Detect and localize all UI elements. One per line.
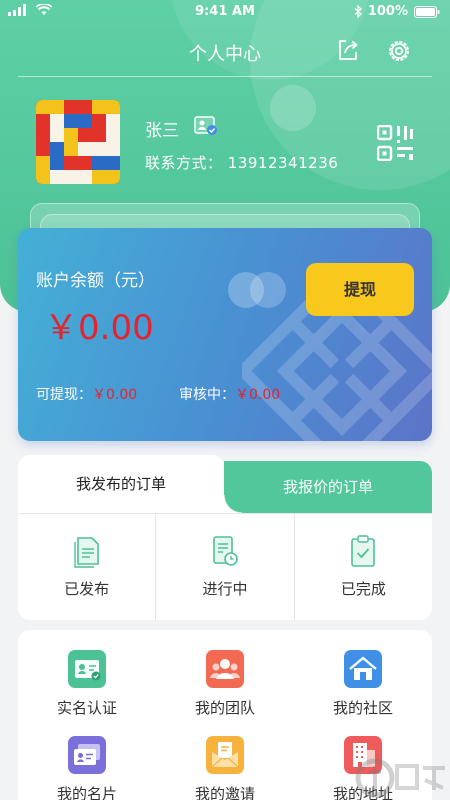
team-icon — [206, 650, 244, 688]
service-my-invite[interactable]: 我的邀请 — [156, 736, 294, 800]
service-real-name[interactable]: 实名认证 — [18, 650, 156, 718]
qr-code-icon[interactable] — [377, 125, 413, 161]
orders-panel: 我报价的订单 我发布的订单 已发布 进行中 已完成 — [18, 455, 432, 620]
service-label: 我的名片 — [56, 785, 117, 800]
clock-document-icon — [213, 536, 238, 566]
balance-card: 账户余额（元） ￥0.00 可提现：￥0.00 审核中：￥0.00 提现 — [18, 228, 432, 441]
balance-label: 账户余额（元） — [36, 271, 155, 291]
business-card-icon — [68, 736, 106, 774]
balance-amount: ￥0.00 — [44, 308, 154, 348]
order-in-progress[interactable]: 进行中 — [155, 514, 293, 620]
page-title: 个人中心 — [189, 44, 261, 65]
tab-published-orders[interactable]: 我发布的订单 — [18, 455, 242, 513]
reviewing-value: ￥0.00 — [235, 387, 281, 403]
order-completed[interactable]: 已完成 — [293, 514, 432, 620]
watermark-logo — [355, 758, 445, 798]
verified-badge-icon — [194, 116, 217, 135]
contact-info: 联系方式： 13912341236 — [145, 152, 338, 173]
tab-quoted-orders[interactable]: 我报价的订单 — [224, 461, 432, 513]
home-icon — [344, 650, 382, 688]
order-published[interactable]: 已发布 — [18, 514, 155, 620]
contact-phone: 13912341236 — [227, 154, 339, 172]
reviewing-label: 审核中： — [179, 387, 235, 403]
header-divider — [18, 76, 432, 77]
share-icon[interactable] — [336, 38, 360, 62]
clipboard-check-icon — [351, 535, 376, 567]
service-label: 实名认证 — [56, 699, 117, 717]
order-published-label: 已发布 — [64, 580, 110, 598]
document-icon — [73, 537, 99, 568]
withdraw-button[interactable]: 提现 — [306, 263, 414, 316]
order-in-progress-label: 进行中 — [202, 580, 248, 598]
service-my-card[interactable]: 我的名片 — [18, 736, 156, 800]
battery-percent: 100% — [367, 4, 408, 19]
card-bubbles — [228, 272, 286, 308]
service-label: 我的邀请 — [194, 785, 255, 800]
service-label: 我的团队 — [194, 699, 255, 717]
service-my-team[interactable]: 我的团队 — [156, 650, 294, 718]
envelope-icon — [206, 736, 244, 774]
user-name: 张三 — [145, 121, 179, 141]
id-card-icon — [68, 650, 106, 688]
title-bar: 个人中心 — [0, 30, 450, 74]
bluetooth-icon — [354, 5, 362, 18]
gear-icon[interactable] — [386, 38, 412, 64]
service-label: 我的社区 — [332, 699, 393, 717]
withdrawable-info: 可提现：￥0.00 — [36, 384, 137, 404]
order-completed-label: 已完成 — [340, 580, 386, 598]
status-bar: 9:41 AM 100% — [0, 0, 450, 24]
withdrawable-label: 可提现： — [36, 387, 92, 403]
withdrawable-value: ￥0.00 — [92, 387, 138, 403]
avatar[interactable] — [36, 100, 120, 184]
contact-label: 联系方式： — [145, 154, 223, 172]
service-my-community[interactable]: 我的社区 — [294, 650, 432, 718]
battery-icon — [414, 5, 440, 18]
reviewing-info: 审核中：￥0.00 — [179, 384, 280, 404]
order-status-row: 已发布 进行中 已完成 — [18, 513, 432, 620]
